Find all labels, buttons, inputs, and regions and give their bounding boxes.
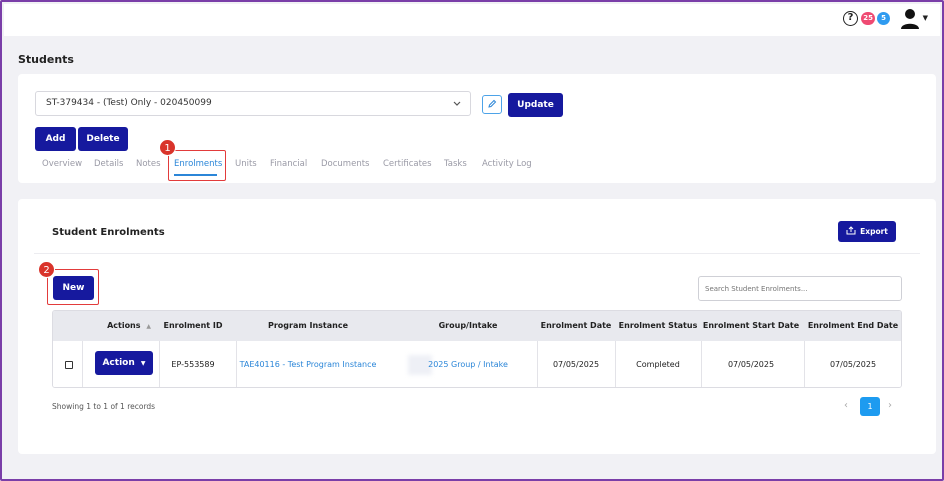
highlight-number-two: 2 xyxy=(38,261,55,278)
col-divider xyxy=(159,341,160,387)
row-action-label: Action xyxy=(102,358,135,368)
edit-student-button[interactable] xyxy=(482,95,502,114)
page-title: Students xyxy=(18,53,74,66)
row-action-button[interactable]: Action ▼ xyxy=(95,351,153,375)
col-divider xyxy=(804,341,805,387)
export-label: Export xyxy=(860,227,888,236)
col-enrolment-date[interactable]: Enrolment Date xyxy=(539,311,613,341)
col-divider xyxy=(701,341,702,387)
chevron-down-icon xyxy=(453,101,461,106)
user-menu-caret-icon[interactable]: ▼ xyxy=(923,14,928,22)
col-divider xyxy=(236,341,237,387)
enrolments-card: Student Enrolments Export New 2 Actions … xyxy=(18,199,936,454)
update-button[interactable]: Update xyxy=(508,93,563,117)
highlight-number-one: 1 xyxy=(159,139,176,156)
top-bar: ? 25 5 ▼ xyxy=(4,4,940,36)
col-start-date[interactable]: Enrolment Start Date xyxy=(701,311,801,341)
student-card: ST-379434 - (Test) Only - 020450099 Upda… xyxy=(18,74,936,183)
col-group-intake[interactable]: Group/Intake xyxy=(393,311,543,341)
export-button[interactable]: Export xyxy=(838,221,896,242)
col-divider xyxy=(537,341,538,387)
pencil-icon xyxy=(488,99,497,108)
tab-units[interactable]: Units xyxy=(235,159,257,169)
upload-icon xyxy=(846,226,856,235)
add-button[interactable]: Add xyxy=(35,127,76,151)
help-circle-icon[interactable]: ? xyxy=(843,11,858,26)
col-enrolment-id[interactable]: Enrolment ID xyxy=(158,311,228,341)
app-frame: ? 25 5 ▼ Students ST-379434 - (Test) Onl… xyxy=(0,0,944,481)
notification-badge-blue[interactable]: 5 xyxy=(877,12,890,25)
student-select[interactable]: ST-379434 - (Test) Only - 020450099 xyxy=(35,91,471,116)
tab-documents[interactable]: Documents xyxy=(321,159,369,169)
pager-page-1[interactable]: 1 xyxy=(860,397,880,416)
cell-end-date: 07/05/2025 xyxy=(829,360,877,369)
col-end-date[interactable]: Enrolment End Date xyxy=(805,311,901,341)
col-actions[interactable]: Actions ▲ xyxy=(93,311,165,341)
sort-icon[interactable]: ▲ xyxy=(146,323,151,330)
delete-button[interactable]: Delete xyxy=(78,127,128,151)
cell-start-date: 07/05/2025 xyxy=(727,360,775,369)
tab-overview[interactable]: Overview xyxy=(42,159,82,169)
tab-activity-log[interactable]: Activity Log xyxy=(482,159,532,169)
pager-next-icon[interactable]: › xyxy=(888,400,892,411)
search-enrolments-input[interactable] xyxy=(698,276,902,301)
records-summary: Showing 1 to 1 of 1 records xyxy=(52,402,156,411)
user-avatar-icon[interactable] xyxy=(900,8,920,30)
student-select-value: ST-379434 - (Test) Only - 020450099 xyxy=(46,98,212,108)
section-divider xyxy=(34,253,920,254)
notification-badge-red[interactable]: 25 xyxy=(861,12,875,25)
tab-financial[interactable]: Financial xyxy=(270,159,307,169)
cell-group-intake[interactable]: 2025 Group / Intake xyxy=(393,341,543,387)
cell-enrolment-status: Completed xyxy=(636,360,680,369)
pager-prev-icon[interactable]: ‹ xyxy=(844,400,848,411)
table-header: Actions ▲ Enrolment ID Program Instance … xyxy=(53,311,901,341)
row-checkbox[interactable] xyxy=(65,361,73,369)
tab-notes[interactable]: Notes xyxy=(136,159,161,169)
highlight-box-new xyxy=(47,269,99,305)
cell-enrolment-date: 07/05/2025 xyxy=(552,360,600,369)
col-enrolment-status[interactable]: Enrolment Status xyxy=(616,311,700,341)
col-program-instance[interactable]: Program Instance xyxy=(233,311,383,341)
tab-certificates[interactable]: Certificates xyxy=(383,159,432,169)
cell-enrolment-id: EP-553589 xyxy=(171,360,215,369)
cell-program-instance[interactable]: TAE40116 - Test Program Instance xyxy=(233,341,383,387)
tab-tasks[interactable]: Tasks xyxy=(444,159,467,169)
section-title: Student Enrolments xyxy=(52,227,165,238)
col-divider xyxy=(82,341,83,387)
enrolments-table: Actions ▲ Enrolment ID Program Instance … xyxy=(52,310,902,388)
col-divider xyxy=(615,341,616,387)
col-actions-label: Actions xyxy=(107,321,141,330)
tab-details[interactable]: Details xyxy=(94,159,123,169)
caret-down-icon: ▼ xyxy=(140,360,146,367)
table-row: Action ▼ EP-553589 TAE40116 - Test Progr… xyxy=(53,341,901,387)
highlight-box-enrolments xyxy=(168,150,226,181)
